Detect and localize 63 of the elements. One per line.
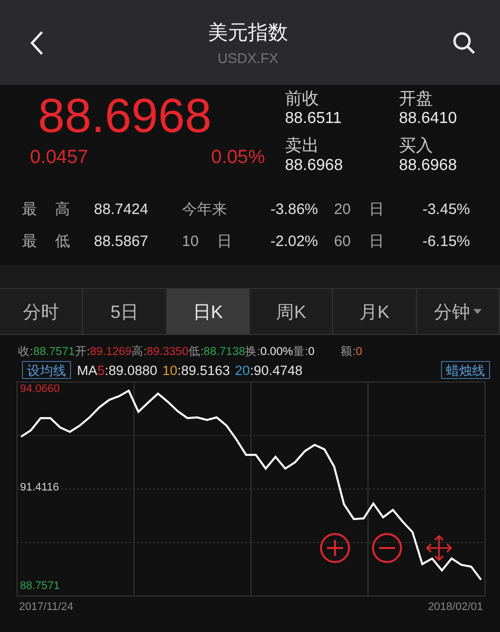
stat-label: 60 日 <box>334 232 385 250</box>
field-label: 前收 <box>285 89 320 109</box>
ohlc-label: 开: <box>74 345 90 359</box>
period-tab[interactable]: 周K <box>250 289 334 334</box>
end-date-label: 2018/02/01 <box>428 601 483 613</box>
stat-label: 今年来 <box>182 200 228 218</box>
ohlc-value: 89.1269 <box>90 346 132 358</box>
ohlc-value: 88.7571 <box>33 346 75 358</box>
period-tab[interactable]: 月K <box>333 289 417 334</box>
price-change: 0.0457 <box>30 147 88 169</box>
stat-label: 最 高 <box>22 200 72 218</box>
ohlc-label: 高: <box>132 344 147 359</box>
field-value: 88.6968 <box>285 156 344 176</box>
ma-value: :90.4748 <box>250 362 303 378</box>
start-date-label: 2017/11/24 <box>19 601 74 613</box>
period-tab[interactable]: 日K <box>166 289 250 334</box>
ohlc-label: 低: <box>188 345 204 359</box>
ohlc-value: 89.3350 <box>146 346 188 358</box>
search-icon[interactable] <box>452 30 476 54</box>
stat-label: 20 日 <box>334 200 385 218</box>
ohlc-value: 88.7138 <box>204 346 246 358</box>
ohlc-value: 0 <box>356 346 362 358</box>
y-axis-label: 88.7571 <box>20 580 60 592</box>
zoom-out-icon[interactable] <box>372 533 402 563</box>
ma-period: 5 <box>97 362 105 378</box>
stat-value: -6.15% <box>421 232 470 250</box>
stat-value: 88.5867 <box>94 232 150 250</box>
field-label: 开盘 <box>399 89 434 109</box>
stat-value: 88.7424 <box>94 200 150 218</box>
field-value: 88.6511 <box>285 109 343 129</box>
ohlc-value: 0.00% <box>260 346 293 358</box>
y-axis-label: 94.0660 <box>20 382 60 395</box>
period-tab[interactable]: 分钟 <box>416 289 500 334</box>
y-axis-label: 91.4116 <box>20 482 59 494</box>
ma-value: :89.0880 <box>104 362 158 378</box>
field-label: 卖出 <box>285 136 320 156</box>
ohlc-label: 额: <box>340 344 356 359</box>
back-icon[interactable] <box>30 30 44 56</box>
current-price: 88.6968 <box>38 89 213 145</box>
candlestick-button[interactable]: 蜡烛线 <box>441 361 490 379</box>
field-value: 88.6410 <box>399 109 458 129</box>
stat-label: 10 日 <box>182 232 233 250</box>
field-label: 买入 <box>399 136 434 156</box>
stat-value: -3.86% <box>269 200 318 218</box>
period-tab[interactable]: 分时 <box>0 289 84 334</box>
stat-value: -2.02% <box>269 232 318 250</box>
price-change-percent: 0.05% <box>211 147 265 169</box>
ma-value: :89.5163 <box>177 362 230 378</box>
moving-average-button[interactable]: 设均线 <box>22 361 71 379</box>
stat-label: 最 低 <box>22 232 72 250</box>
ohlc-label: 换: <box>245 344 260 359</box>
ma-period: 20 <box>234 362 250 378</box>
page-title: 美元指数 <box>208 21 288 46</box>
ohlc-value: 0 <box>308 346 315 358</box>
ohlc-label: 量: <box>292 345 308 359</box>
ohlc-label: 收: <box>18 345 34 359</box>
ma-label: MA <box>77 362 98 378</box>
stat-value: -3.45% <box>421 200 470 218</box>
ma-period: 10 <box>162 362 178 378</box>
zoom-in-icon[interactable] <box>320 533 350 563</box>
move-arrows-icon[interactable] <box>426 534 452 562</box>
field-value: 88.6968 <box>399 156 458 176</box>
ticker-symbol: USDX.FX <box>218 50 278 66</box>
